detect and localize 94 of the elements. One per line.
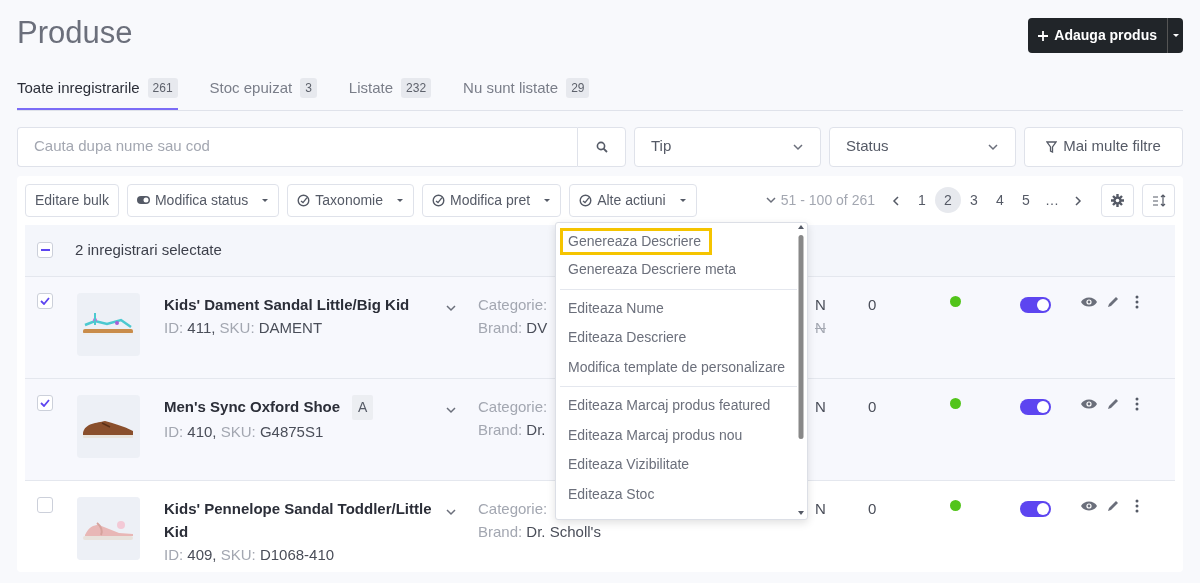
caret-icon (1171, 33, 1180, 38)
split-dropdown-button[interactable] (1167, 18, 1183, 53)
price: N (815, 498, 826, 519)
search-icon (595, 140, 608, 153)
caret-icon (678, 197, 687, 203)
select-all-checkbox[interactable] (37, 242, 53, 258)
menu-item[interactable]: Editeaza Marcaj produs nou (560, 420, 751, 450)
stock-count: 0 (868, 498, 878, 519)
menu-item[interactable]: Editeaza Marcaj produs featured (560, 391, 779, 421)
old-price: N (815, 317, 826, 338)
row-checkbox[interactable] (37, 496, 53, 513)
product-category: Categorie: (478, 498, 548, 519)
product-category: Categorie: (478, 294, 548, 315)
tab[interactable]: Listate 232 (348, 71, 432, 110)
product-name: Kids' Dament Sandal Little/Big Kid (164, 294, 410, 315)
kebab-menu-icon[interactable] (1134, 294, 1140, 309)
check-icon (40, 398, 50, 407)
count-badge: 3 (300, 78, 317, 99)
action-dropdown-button[interactable]: Alte actiuni (569, 183, 697, 217)
page-button[interactable]: 3 (961, 187, 987, 213)
settings-icon (1111, 193, 1124, 207)
add-product-button[interactable]: Adauga produs (1028, 18, 1167, 53)
status-dot (950, 295, 961, 307)
product-id-sku: ID: 411, SKU: DAMENT (164, 317, 324, 338)
search-field[interactable]: Cauta dupa nume sau cod (17, 126, 577, 167)
stock-count: 0 (868, 294, 878, 315)
page-button[interactable]: 1 (909, 187, 935, 213)
product-id-sku: ID: 410, SKU: G4875S1 (164, 421, 325, 442)
caret-icon (543, 197, 552, 203)
caret-icon (396, 197, 404, 203)
chevron-down-icon (764, 194, 777, 206)
toggle-switch[interactable] (1020, 296, 1051, 313)
check-circle-icon (297, 193, 311, 207)
filter-select[interactable]: Status (829, 126, 1016, 167)
tab[interactable]: Stoc epuizat 3 (209, 71, 317, 110)
product-badge: A (352, 394, 374, 420)
more-filters-button[interactable]: Mai multe filtre (1024, 126, 1183, 167)
status-dot (950, 499, 961, 511)
settings-button[interactable] (1101, 183, 1134, 217)
count-badge: 261 (147, 78, 178, 99)
product-name: Men's Sync Oxford Shoe (164, 396, 341, 417)
page-button[interactable]: 4 (987, 187, 1013, 213)
kebab-menu-icon[interactable] (1134, 498, 1140, 513)
price: N (815, 294, 826, 315)
count-badge: 29 (566, 78, 590, 99)
bulk-edit-button[interactable]: Editare bulk (25, 183, 119, 217)
menu-item[interactable]: Editeaza Vizibilitate (560, 450, 698, 480)
plus-icon (1038, 30, 1049, 41)
check-circle-icon (432, 193, 445, 207)
filter-icon (1046, 140, 1058, 153)
page-title: Produse (17, 14, 133, 52)
product-id-sku: ID: 409, SKU: D1068-410 (164, 544, 336, 565)
menu-item[interactable]: Editeaza Descriere (560, 323, 695, 353)
chevron-left-icon (892, 194, 900, 207)
menu-item[interactable]: Modifica template de personalizare (560, 352, 794, 382)
product-brand: Brand: DV (478, 317, 548, 338)
row-checkbox[interactable] (37, 394, 53, 411)
status-dot (950, 397, 961, 409)
row-checkbox[interactable] (37, 292, 53, 309)
check-icon (40, 296, 50, 305)
selection-count: 2 inregistrari selectate (75, 239, 222, 260)
pencil-icon[interactable] (1106, 294, 1120, 309)
toggle-switch[interactable] (1020, 398, 1051, 415)
pencil-icon[interactable] (1106, 396, 1120, 411)
menu-item[interactable]: Genereaza Descriere meta (560, 255, 745, 285)
chevron-right-icon (1074, 194, 1082, 207)
product-category: Categorie: (478, 396, 548, 417)
tab[interactable]: Toate inregistrarile 261 (17, 71, 178, 110)
page-range: 51 - 100 of 261 (780, 190, 875, 210)
product-brand: Brand: Dr. Scholl's (478, 521, 601, 542)
page-button[interactable]: 2 (935, 187, 961, 213)
action-dropdown-button[interactable]: Taxonomie (287, 183, 414, 217)
menu-item[interactable]: Editeaza Stoc (560, 479, 663, 509)
sort-button[interactable] (1142, 183, 1175, 217)
product-name: Kids' Pennelope Sandal Toddler/Little Kid (164, 498, 433, 542)
tab[interactable]: Nu sunt listate 29 (463, 71, 590, 110)
check-circle-icon (579, 193, 593, 207)
page-button[interactable]: … (1039, 187, 1065, 213)
action-dropdown-button[interactable]: Modifica pret (422, 183, 562, 217)
page-button[interactable]: 5 (1013, 187, 1039, 213)
pencil-icon[interactable] (1106, 498, 1120, 513)
toggle-switch[interactable] (1020, 500, 1051, 517)
count-badge: 232 (401, 78, 432, 99)
product-brand: Brand: Dr. (478, 419, 546, 440)
toggle-icon (136, 193, 150, 207)
sort-icon (1151, 193, 1166, 207)
stock-count: 0 (868, 396, 878, 417)
menu-item[interactable]: Genereaza Descriere (560, 228, 712, 255)
filter-select[interactable]: Tip (634, 126, 821, 167)
price: N (815, 396, 826, 417)
menu-item[interactable]: Editeaza Nume (560, 293, 672, 323)
kebab-menu-icon[interactable] (1134, 396, 1140, 411)
action-dropdown-button[interactable]: Modifica status (126, 183, 280, 217)
caret-icon (261, 197, 270, 203)
